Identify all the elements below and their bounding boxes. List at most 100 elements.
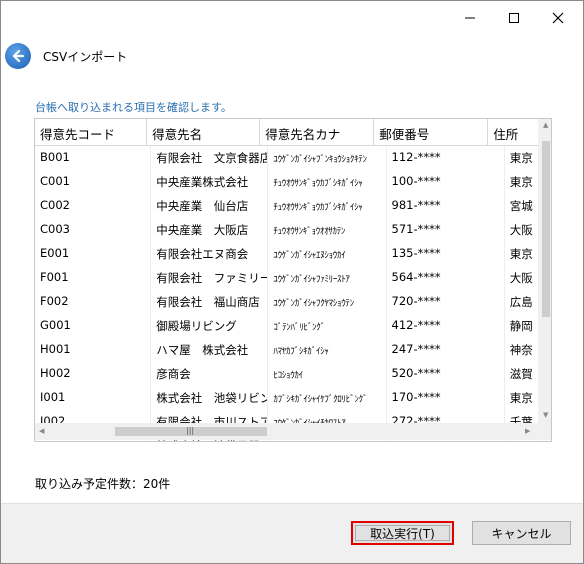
postal-code-cell: 564-****	[387, 266, 505, 290]
customer-kana-cell: ﾊﾏﾔｶﾌﾞｼｷｶﾞｲｼｬ	[268, 338, 387, 362]
column-header[interactable]: 住所	[488, 119, 545, 146]
close-icon	[552, 12, 564, 24]
postal-code-cell: 100-****	[387, 170, 505, 194]
customer-kana-cell: ﾕｳｹﾞﾝｶﾞｲｼｬﾌｸﾔﾏｼｮｳﾃﾝ	[268, 290, 387, 314]
table-row[interactable]: C001 中央産業株式会社 ﾁｭｳｵｳｻﾝｷﾞｮｳｶﾌﾞｼｷｶﾞｲｼｬ 100-***…	[35, 170, 539, 194]
customer-name-cell: 有限会社エヌ商会	[151, 242, 269, 266]
back-button[interactable]	[5, 43, 31, 69]
scroll-up-icon[interactable]: ▲	[543, 121, 548, 129]
table-row[interactable]: G001 御殿場リビング ｺﾞﾃﾝﾊﾞﾘﾋﾞﾝｸﾞ 412-**** 静岡	[35, 314, 539, 338]
footer-divider	[1, 503, 583, 504]
column-header[interactable]: 得意先名カナ	[260, 119, 375, 146]
customer-name-cell: ハマ屋 株式会社	[151, 338, 269, 362]
address-cell: 東京	[505, 146, 539, 170]
table-row[interactable]: C002 中央産業 仙台店 ﾁｭｳｵｳｻﾝｷﾞｮｳｶﾌﾞｼｷｶﾞｲｼｬ 981-***…	[35, 194, 539, 218]
address-cell: 神奈	[505, 338, 539, 362]
customer-name-cell: 中央産業株式会社	[151, 170, 269, 194]
preview-grid[interactable]: 得意先コード 得意先名 得意先名カナ 郵便番号 住所 B001 有限会社 文京食器…	[34, 118, 552, 442]
address-cell: 東京	[505, 242, 539, 266]
table-row[interactable]: F002 有限会社 福山商店 ﾕｳｹﾞﾝｶﾞｲｼｬﾌｸﾔﾏｼｮｳﾃﾝ 720-****…	[35, 290, 539, 314]
customer-code-cell: C002	[35, 194, 152, 218]
horizontal-scrollbar[interactable]: ◀ ||| ▶	[35, 423, 538, 440]
scroll-right-icon[interactable]: ▶	[525, 427, 530, 435]
address-cell: 大阪	[505, 218, 539, 242]
customer-code-cell: C001	[35, 170, 152, 194]
customer-code-cell: F001	[35, 266, 152, 290]
scroll-down-icon[interactable]: ▼	[543, 411, 548, 419]
customer-kana-cell: ﾁｭｳｵｳｻﾝｷﾞｮｳｶﾌﾞｼｷｶﾞｲｼｬ	[268, 194, 387, 218]
vertical-scroll-thumb[interactable]	[542, 141, 550, 317]
address-cell: 東京	[505, 386, 539, 410]
postal-code-cell: 412-****	[387, 314, 505, 338]
address-cell: 大阪	[505, 266, 539, 290]
window-title: CSVインポート	[43, 50, 128, 64]
postal-code-cell: 720-****	[387, 290, 505, 314]
postal-code-cell: 520-****	[387, 362, 505, 386]
customer-code-cell: H002	[35, 362, 152, 386]
grid-header: 得意先コード 得意先名 得意先名カナ 郵便番号 住所	[35, 119, 545, 146]
csv-import-dialog: CSVインポート 台帳へ取り込まれる項目を確認します。 得意先コード 得意先名 …	[0, 0, 584, 564]
table-row[interactable]: F001有限会社 ファミリーストアﾕｳｹﾞﾝｶﾞｲｼｬﾌｧﾐﾘｰｽﾄｱ564-*…	[35, 266, 539, 290]
postal-code-cell: 112-****	[387, 146, 505, 170]
customer-name-cell: 中央産業 大阪店	[151, 218, 269, 242]
address-cell: 滋賀	[505, 362, 539, 386]
customer-kana-cell: ｺﾞﾃﾝﾊﾞﾘﾋﾞﾝｸﾞ	[268, 314, 387, 338]
customer-code-cell: C003	[35, 218, 152, 242]
customer-name-cell: 株式会社 池袋リビング	[151, 386, 269, 410]
customer-code-cell: F002	[35, 290, 152, 314]
postal-code-cell: 135-****	[387, 242, 505, 266]
customer-name-cell: 中央産業 仙台店	[151, 194, 269, 218]
customer-code-cell: B001	[35, 146, 152, 170]
customer-kana-cell: ﾕｳｹﾞﾝｶﾞｲｼｬｴﾇｼｮｳｶｲ	[268, 242, 387, 266]
title-bar: CSVインポート	[1, 1, 583, 75]
minimize-icon	[465, 17, 475, 19]
customer-code-cell: E001	[35, 242, 152, 266]
customer-name-cell: 有限会社 ファミリーストア	[151, 266, 269, 290]
horizontal-scroll-thumb[interactable]: |||	[115, 426, 267, 436]
table-row[interactable]: I001株式会社 池袋リビングｶﾌﾞｼｷｶﾞｲｼｬｲｹﾌﾞｸﾛﾘﾋﾞﾝｸﾞ170…	[35, 386, 539, 410]
postal-code-cell: 571-****	[387, 218, 505, 242]
maximize-icon	[509, 13, 519, 23]
minimize-button[interactable]	[451, 1, 489, 35]
address-cell: 静岡	[505, 314, 539, 338]
customer-name-cell: 彦商会	[151, 362, 269, 386]
table-row[interactable]: H001 ハマ屋 株式会社 ﾊﾏﾔｶﾌﾞｼｷｶﾞｲｼｬ 247-**** 神奈	[35, 338, 539, 362]
column-header[interactable]: 得意先名	[147, 119, 261, 146]
import-execute-label: 取込実行(T)	[355, 525, 450, 541]
address-cell: 宮城	[505, 194, 539, 218]
back-arrow-icon	[12, 49, 25, 63]
table-row[interactable]: C003 中央産業 大阪店 ﾁｭｳｵｳｻﾝｷﾞｮｳｵｵｻｶﾃﾝ 571-**** 大阪	[35, 218, 539, 242]
close-button[interactable]	[539, 1, 577, 35]
customer-kana-cell: ﾁｭｳｵｳｻﾝｷﾞｮｳｶﾌﾞｼｷｶﾞｲｼｬ	[268, 170, 387, 194]
customer-name-cell: 有限会社 文京食器店	[151, 146, 269, 170]
grip-icon: |||	[186, 426, 195, 435]
customer-kana-cell: ﾕｳｹﾞﾝｶﾞｲｼｬﾌﾞﾝｷｮｳｼｮｸｷﾃﾝ	[268, 146, 387, 170]
customer-kana-cell: ﾕｳｹﾞﾝｶﾞｲｼｬﾌｧﾐﾘｰｽﾄｱ	[268, 266, 387, 290]
import-count-label: 取り込み予定件数：20件	[35, 477, 171, 491]
table-row[interactable]: E001 有限会社エヌ商会 ﾕｳｹﾞﾝｶﾞｲｼｬｴﾇｼｮｳｶｲ 135-**** 東京	[35, 242, 539, 266]
import-execute-button[interactable]: 取込実行(T)	[351, 521, 454, 545]
customer-name-cell: 有限会社 福山商店	[151, 290, 269, 314]
customer-code-cell: G001	[35, 314, 152, 338]
content-area: 台帳へ取り込まれる項目を確認します。 得意先コード 得意先名 得意先名カナ 郵便…	[1, 75, 583, 503]
vertical-scrollbar[interactable]: ▲ ▼	[538, 119, 551, 423]
column-header[interactable]: 郵便番号	[374, 119, 489, 146]
table-row[interactable]: H002 彦商会 ﾋｺｼｮｳｶｲ 520-**** 滋賀	[35, 362, 539, 386]
table-row[interactable]: B001 有限会社 文京食器店 ﾕｳｹﾞﾝｶﾞｲｼｬﾌﾞﾝｷｮｳｼｮｸｷﾃﾝ 112-…	[35, 146, 539, 170]
column-header[interactable]: 得意先コード	[35, 119, 148, 146]
customer-code-cell: H001	[35, 338, 152, 362]
customer-kana-cell: ﾁｭｳｵｳｻﾝｷﾞｮｳｵｵｻｶﾃﾝ	[268, 218, 387, 242]
postal-code-cell: 247-****	[387, 338, 505, 362]
scroll-left-icon[interactable]: ◀	[39, 427, 44, 435]
customer-code-cell: I001	[35, 386, 152, 410]
instruction-text: 台帳へ取り込まれる項目を確認します。	[35, 101, 232, 114]
grid-rows: B001 有限会社 文京食器店 ﾕｳｹﾞﾝｶﾞｲｼｬﾌﾞﾝｷｮｳｼｮｸｷﾃﾝ 112-…	[35, 146, 539, 441]
address-cell: 広島	[505, 290, 539, 314]
postal-code-cell: 981-****	[387, 194, 505, 218]
maximize-button[interactable]	[495, 1, 533, 35]
cancel-button[interactable]: キャンセル	[472, 521, 571, 545]
scrollbar-corner	[538, 423, 551, 440]
address-cell: 東京	[505, 170, 539, 194]
postal-code-cell: 170-****	[387, 386, 505, 410]
customer-kana-cell: ｶﾌﾞｼｷｶﾞｲｼｬｲｹﾌﾞｸﾛﾘﾋﾞﾝｸﾞ	[268, 386, 387, 410]
